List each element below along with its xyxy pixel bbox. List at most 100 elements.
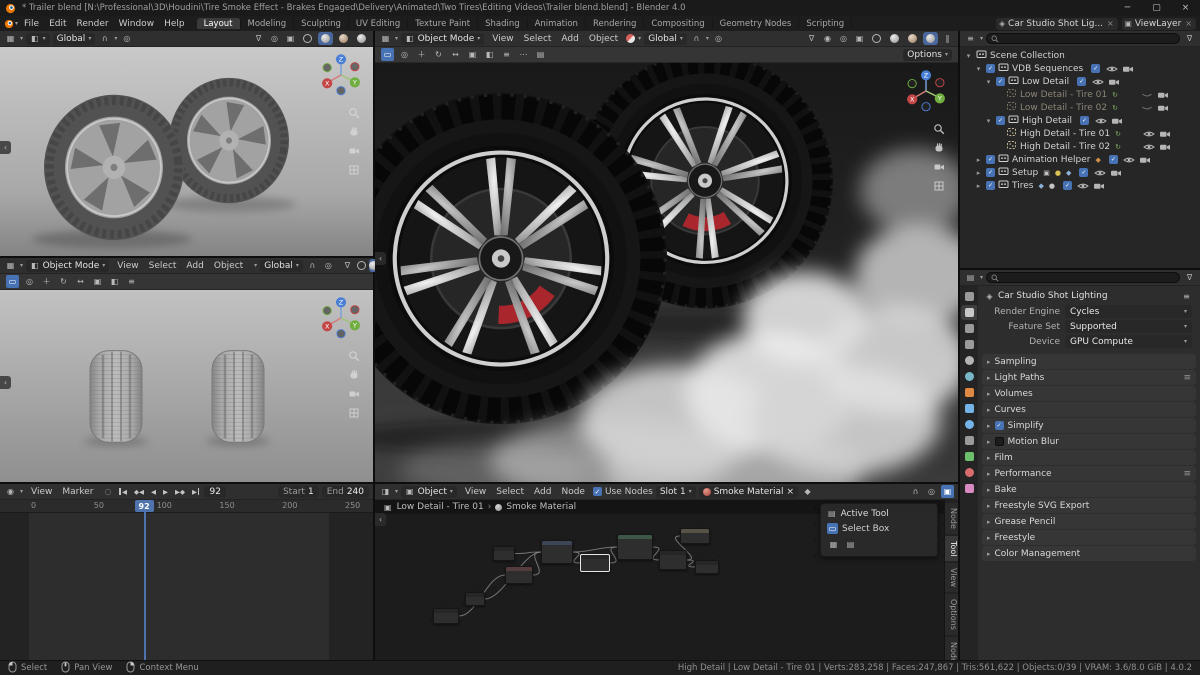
mode-dropdown[interactable]: ◧ Object Mode ▾: [26, 259, 110, 272]
shader-node-10[interactable]: [465, 592, 485, 606]
tool-measure-icon[interactable]: ≡: [500, 48, 513, 61]
outliner-row-high-detail-tire-01[interactable]: High Detail - Tire 01 ↻: [960, 127, 1200, 140]
shader-menu-add[interactable]: Add: [529, 487, 556, 497]
proportional-edit-icon[interactable]: ◎: [120, 32, 133, 45]
filter-icon[interactable]: ∇: [252, 32, 265, 45]
field-value-render-engine[interactable]: Cycles ▾: [1065, 305, 1192, 318]
toggle-cam-icon[interactable]: [1156, 104, 1169, 112]
auto-key-icon[interactable]: ◌: [101, 485, 114, 498]
tool-extra-icon-1[interactable]: ▦: [827, 538, 840, 551]
filter-icon[interactable]: ∇: [1183, 271, 1196, 284]
outliner-row-high-detail-tire-02[interactable]: High Detail - Tire 02 ↻: [960, 140, 1200, 153]
tool-select-box-icon[interactable]: ▭: [381, 48, 394, 61]
zoom-icon[interactable]: [933, 123, 945, 135]
orientation-dropdown[interactable]: Global ▾: [260, 259, 303, 272]
toolbar-expand-tab[interactable]: ‹: [0, 376, 11, 390]
options-dropdown[interactable]: Options ▾: [903, 48, 952, 61]
collection-checkbox[interactable]: ✓: [996, 116, 1005, 125]
grid-toggle-icon[interactable]: [348, 164, 360, 176]
shader-menu-node[interactable]: Node: [556, 487, 590, 497]
toggle-cam-icon[interactable]: [1107, 78, 1120, 86]
workspace-tab-scripting[interactable]: Scripting: [799, 18, 853, 29]
tool-move-icon[interactable]: ＋: [40, 275, 53, 288]
workspace-tab-sculpting[interactable]: Sculpting: [294, 18, 349, 29]
tool-cursor-icon[interactable]: ◎: [398, 48, 411, 61]
field-value-feature-set[interactable]: Supported ▾: [1065, 320, 1192, 333]
node-canvas[interactable]: ▣ Low Detail - Tire 01 › Smoke Material …: [375, 500, 958, 660]
workspace-tab-geometry-nodes[interactable]: Geometry Nodes: [713, 18, 800, 29]
zoom-icon[interactable]: [348, 107, 360, 119]
toggle-cam-icon[interactable]: [1159, 130, 1172, 138]
tool-transform-icon[interactable]: ▣: [91, 275, 104, 288]
output-properties-tab[interactable]: [961, 321, 977, 336]
timeline-ruler[interactable]: 0 50 100 150 200 250: [0, 500, 373, 513]
toggle-eye-icon[interactable]: [1091, 78, 1104, 86]
proportional-edit-icon[interactable]: ◎: [322, 259, 335, 272]
overlays-icon[interactable]: ◎: [925, 485, 938, 498]
pan-hand-icon[interactable]: [933, 142, 945, 154]
editor-type-icon[interactable]: ▦: [4, 32, 17, 45]
frame-end-field[interactable]: End 240: [321, 485, 369, 498]
toggle-check-icon[interactable]: ✓: [1107, 155, 1120, 164]
viewport-menu-select[interactable]: Select: [519, 34, 557, 44]
expander-icon[interactable]: ▸: [974, 182, 983, 190]
playhead-frame-chip[interactable]: 92: [134, 500, 154, 512]
tool-overlay-icon[interactable]: ▤: [534, 48, 547, 61]
outliner-row-low-detail-tire-02[interactable]: Low Detail - Tire 02 ↻: [960, 101, 1200, 114]
snap-icon[interactable]: ∩: [306, 259, 319, 272]
collection-checkbox[interactable]: ✓: [986, 168, 995, 177]
scene-selector[interactable]: ◈ Car Studio Shot Lig... ×: [996, 17, 1118, 30]
snap-icon[interactable]: ∩: [909, 485, 922, 498]
menu-edit[interactable]: Edit: [44, 19, 71, 29]
preset-menu-icon[interactable]: ≡: [1183, 469, 1191, 479]
toolbar-expand-tab[interactable]: ‹: [0, 141, 11, 155]
object-properties-tab[interactable]: [961, 385, 977, 400]
world-properties-tab[interactable]: [961, 369, 977, 384]
snap-icon[interactable]: ∩: [98, 32, 111, 45]
mode-dropdown[interactable]: ◧ Object Mode ▾: [401, 32, 485, 45]
shading-material[interactable]: [336, 32, 351, 45]
expander-icon[interactable]: ▾: [974, 65, 983, 73]
scene-unlink-icon[interactable]: ×: [1106, 19, 1115, 28]
filter-icon[interactable]: ∇: [341, 259, 354, 272]
menu-help[interactable]: Help: [159, 19, 190, 29]
toggle-cam-icon[interactable]: [1109, 169, 1122, 177]
tool-scale-icon[interactable]: ↔: [449, 48, 462, 61]
constraints-properties-tab[interactable]: [961, 433, 977, 448]
camera-view-icon[interactable]: [933, 161, 945, 173]
outliner-row-tires[interactable]: ▸ ✓ Tires ◆ ● ✓: [960, 179, 1200, 192]
toggle-cam-icon[interactable]: [1139, 156, 1152, 164]
minimize-button[interactable]: ─: [1113, 0, 1142, 16]
properties-search-input[interactable]: [986, 272, 1180, 283]
shader-node-4[interactable]: [580, 554, 610, 572]
section-curves[interactable]: ▸ Curves: [982, 402, 1196, 417]
slot-dropdown[interactable]: Slot 1 ▾: [655, 485, 696, 498]
shading-solid[interactable]: [887, 32, 902, 45]
material-properties-tab[interactable]: [961, 465, 977, 480]
sidebar-tab-node-w[interactable]: Node W...: [945, 637, 958, 660]
shading-rendered[interactable]: [354, 32, 369, 45]
section-checkbox[interactable]: [994, 437, 1004, 446]
overlays-icon[interactable]: ◎: [268, 32, 281, 45]
proportional-edit-icon[interactable]: ◎: [712, 32, 725, 45]
toggle-eye-icon[interactable]: [1143, 143, 1156, 151]
toggle-eye-icon[interactable]: [1105, 65, 1118, 73]
play-button[interactable]: ▶: [161, 488, 170, 496]
blender-menu-icon[interactable]: [4, 19, 14, 29]
toggle-eye-icon[interactable]: [1094, 117, 1107, 125]
maximize-button[interactable]: ▢: [1142, 0, 1171, 16]
shading-material[interactable]: [905, 32, 920, 45]
preview-toggle-icon[interactable]: ▣: [941, 485, 954, 498]
timeline-track[interactable]: 0 50 100 150 200 250 92: [0, 500, 373, 660]
toggle-eye-icon[interactable]: [1143, 130, 1156, 138]
camera-view-icon[interactable]: [348, 388, 360, 400]
section-bake[interactable]: ▸ Bake: [982, 482, 1196, 497]
expander-icon[interactable]: ▾: [984, 78, 993, 86]
modifiers-properties-tab[interactable]: [961, 401, 977, 416]
tool-annotate-icon[interactable]: ◧: [483, 48, 496, 61]
grid-toggle-icon[interactable]: [348, 407, 360, 419]
mode-dropdown[interactable]: ◧ ▾: [26, 32, 50, 45]
editor-type-icon[interactable]: ▤: [964, 271, 977, 284]
shader-node-6[interactable]: [659, 550, 687, 570]
section-light-paths[interactable]: ▸ Light Paths ≡: [982, 370, 1196, 385]
